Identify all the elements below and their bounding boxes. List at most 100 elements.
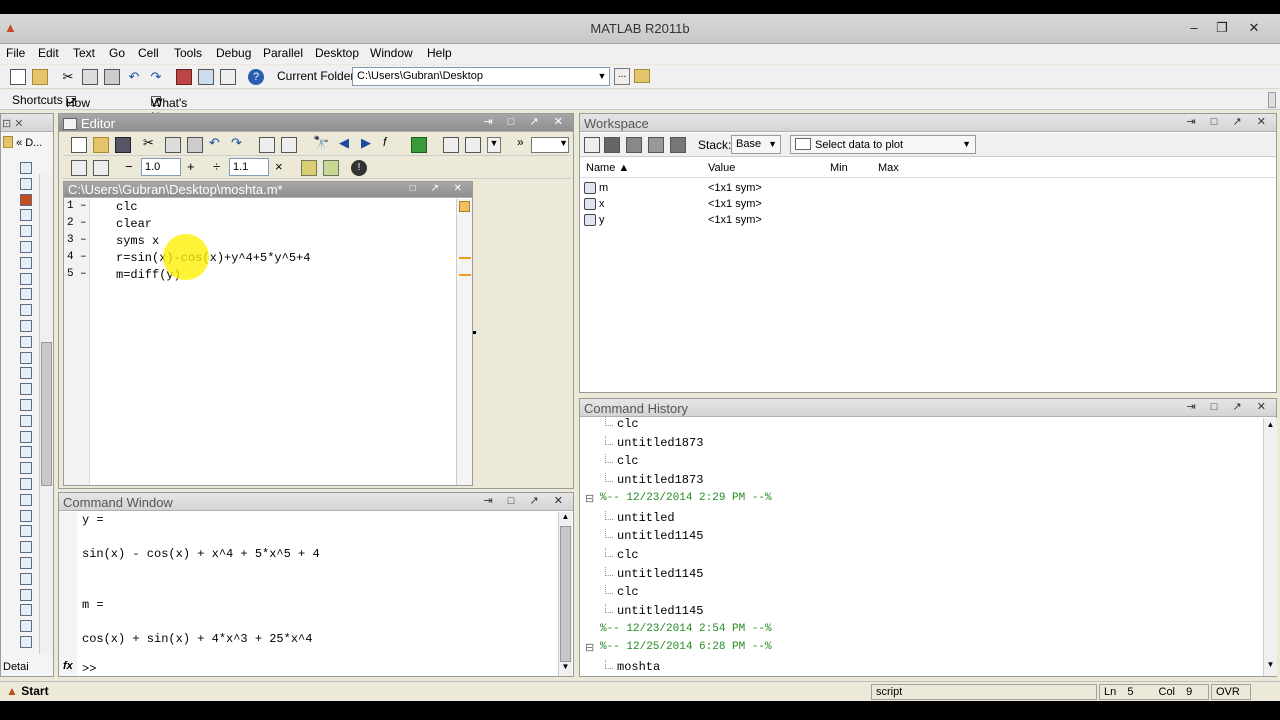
- doc-window-buttons[interactable]: □ ↗ ✕: [410, 183, 468, 194]
- simulink-icon[interactable]: [176, 69, 192, 85]
- folder-up-icon[interactable]: [634, 69, 650, 83]
- cell-mode-icon[interactable]: [301, 160, 317, 176]
- cell-eval-icon[interactable]: [93, 160, 109, 176]
- breakpoint-icon[interactable]: [443, 137, 459, 153]
- col-name[interactable]: Name ▲: [586, 162, 629, 174]
- breakpoint-dash[interactable]: –: [80, 234, 87, 246]
- editor-dropdown[interactable]: ▼: [487, 137, 501, 153]
- history-session-header[interactable]: %-- 12/23/2014 2:54 PM --%: [600, 623, 772, 635]
- cell-mode2-icon[interactable]: [323, 160, 339, 176]
- file-icon[interactable]: [20, 541, 32, 554]
- file-icon[interactable]: [20, 509, 32, 522]
- history-command[interactable]: clc: [617, 585, 639, 599]
- menu-window[interactable]: Window: [370, 46, 413, 60]
- forward-icon[interactable]: ▶: [361, 135, 377, 151]
- paste-icon[interactable]: [104, 69, 120, 85]
- file-icon[interactable]: [20, 320, 32, 332]
- file-icon[interactable]: [20, 446, 32, 459]
- editor-paste-icon[interactable]: [187, 137, 203, 153]
- back-icon[interactable]: ◀: [339, 135, 355, 151]
- file-icon[interactable]: [20, 209, 32, 222]
- layout-dropdown[interactable]: ▼: [531, 137, 569, 153]
- breakpoint-dash[interactable]: –: [80, 200, 87, 212]
- cmd-scrollbar[interactable]: ▲ ▼: [558, 512, 572, 676]
- editor-doc-tab[interactable]: C:\Users\Gubran\Desktop\moshta.m* □ ↗ ✕: [64, 182, 472, 198]
- start-button[interactable]: ▲ Start: [2, 684, 53, 700]
- file-icon[interactable]: [20, 525, 32, 538]
- workspace-row[interactable]: y <1x1 sym>: [580, 213, 1276, 229]
- editor-cut-icon[interactable]: ✂: [143, 135, 159, 151]
- scroll-up-icon[interactable]: ▲: [559, 512, 572, 526]
- function-icon[interactable]: f: [383, 135, 399, 151]
- menu-tools[interactable]: Tools: [174, 46, 202, 60]
- editor-open-icon[interactable]: [93, 137, 109, 153]
- file-icon[interactable]: [20, 557, 32, 569]
- file-icon[interactable]: [20, 256, 32, 269]
- editor-save-icon[interactable]: [115, 137, 131, 153]
- history-buttons[interactable]: ⇥ □ ↗ ✕: [1187, 400, 1272, 413]
- menu-text[interactable]: Text: [73, 46, 95, 60]
- command-prompt[interactable]: >>: [82, 662, 96, 676]
- history-scrollbar[interactable]: ▲ ▼: [1263, 418, 1277, 676]
- code-line[interactable]: r=sin(x)-cos(x)+y^4+5*y^5+4: [116, 251, 310, 265]
- history-command[interactable]: clc: [617, 454, 639, 468]
- print-options-icon[interactable]: [281, 137, 297, 153]
- file-icon[interactable]: [20, 304, 32, 317]
- decrement-icon[interactable]: −: [125, 159, 133, 174]
- breakpoint-dash[interactable]: –: [80, 251, 87, 263]
- file-icon[interactable]: [20, 620, 32, 633]
- restore-icon[interactable]: ❐: [1212, 20, 1232, 36]
- history-command[interactable]: untitled1873: [617, 473, 703, 487]
- code-line[interactable]: clc: [116, 200, 138, 214]
- ws-print-icon[interactable]: [648, 137, 664, 153]
- code-line[interactable]: syms x: [116, 234, 159, 248]
- minimize-icon[interactable]: –: [1184, 20, 1204, 36]
- clear-breakpoints-icon[interactable]: [465, 137, 481, 153]
- warning-marker[interactable]: [459, 257, 471, 259]
- breakpoint-dash[interactable]: –: [80, 268, 87, 280]
- workspace-row[interactable]: m <1x1 sym>: [580, 181, 1276, 197]
- history-command[interactable]: moshta: [617, 660, 660, 674]
- editor-copy-icon[interactable]: [165, 137, 181, 153]
- editor-undo-icon[interactable]: ↶: [209, 135, 225, 151]
- chevron-down-icon[interactable]: ▼: [595, 68, 609, 85]
- menu-desktop[interactable]: Desktop: [315, 46, 359, 60]
- scroll-up-icon[interactable]: ▲: [1264, 420, 1277, 434]
- history-session-header[interactable]: %-- 12/23/2014 2:29 PM --%: [600, 492, 772, 504]
- file-icon[interactable]: [20, 493, 32, 506]
- details-label[interactable]: Detai: [3, 661, 29, 673]
- multiply-value-input[interactable]: 1.1: [229, 158, 269, 176]
- info-icon[interactable]: !: [351, 160, 367, 176]
- open-folder-icon[interactable]: [32, 69, 48, 85]
- current-folder-input[interactable]: C:\Users\Gubran\Desktop ▼: [352, 67, 610, 86]
- plot-select[interactable]: Select data to plot ▼: [790, 135, 976, 154]
- file-icon[interactable]: [20, 462, 32, 475]
- warning-status-icon[interactable]: [459, 201, 470, 212]
- file-icon[interactable]: [20, 399, 32, 411]
- file-icon[interactable]: [20, 430, 32, 443]
- file-icon[interactable]: [20, 225, 32, 238]
- menu-parallel[interactable]: Parallel: [263, 46, 303, 60]
- ws-import-icon[interactable]: [604, 137, 620, 153]
- find-icon[interactable]: 🔭: [313, 135, 329, 151]
- file-icon[interactable]: [20, 351, 32, 364]
- editor-panel-buttons[interactable]: ⇥ □ ↗ ✕: [484, 115, 569, 128]
- stack-select[interactable]: Base ▼: [731, 135, 781, 154]
- warning-marker[interactable]: [459, 274, 471, 276]
- editor-new-icon[interactable]: [71, 137, 87, 153]
- menu-cell[interactable]: Cell: [138, 46, 159, 60]
- file-icon[interactable]: [20, 288, 32, 301]
- scroll-thumb[interactable]: [41, 342, 52, 486]
- file-icon[interactable]: [20, 383, 32, 396]
- file-icon[interactable]: [20, 335, 32, 348]
- history-command[interactable]: untitled1873: [617, 436, 703, 450]
- folder-nav[interactable]: « D...: [3, 136, 51, 152]
- increment-icon[interactable]: +: [187, 159, 195, 174]
- menu-debug[interactable]: Debug: [216, 46, 251, 60]
- col-value[interactable]: Value: [708, 162, 735, 174]
- file-icon[interactable]: [20, 572, 32, 585]
- col-max[interactable]: Max: [878, 162, 899, 174]
- shortcuts-scroll[interactable]: [1268, 92, 1276, 108]
- fx-icon[interactable]: fx: [63, 660, 73, 672]
- scroll-thumb[interactable]: [560, 526, 571, 662]
